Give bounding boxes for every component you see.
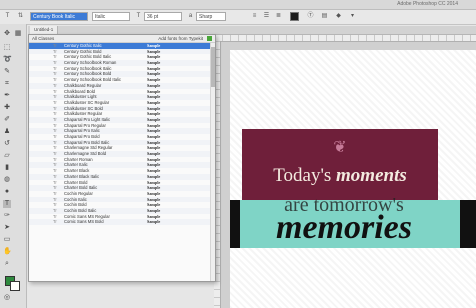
warp-text-icon[interactable]: Ⓣ (306, 12, 315, 21)
antialias-select[interactable]: Sharp (196, 12, 226, 21)
artboard-tool-icon[interactable]: ▦ (14, 30, 22, 38)
font-list-item[interactable]: Tr Comic Sans MS Bold Sample (29, 219, 215, 225)
headline-line-3[interactable]: memories (244, 208, 444, 248)
font-list-scrollbar[interactable] (210, 43, 215, 281)
teal-text-band: are tomorrow's memories (230, 194, 476, 248)
zoom-tool-icon[interactable]: ⌕ (3, 260, 11, 268)
black-bar-left (230, 200, 240, 248)
font-style-select[interactable]: Italic (92, 12, 130, 21)
font-sample: Sample (147, 219, 161, 225)
window-title-bar: Adobe Photoshop CC 2014 (0, 0, 476, 10)
horizontal-ruler[interactable] (214, 35, 476, 42)
add-fonts-label: Add fonts from Typekit (158, 36, 203, 41)
path-selection-tool-icon[interactable]: ➤ (3, 224, 11, 232)
type-tool-preset-icon[interactable]: T (3, 12, 12, 21)
lasso-tool-icon[interactable]: ➰ (3, 56, 12, 64)
headline-line-1[interactable]: Today's moments (242, 165, 438, 187)
document-canvas[interactable]: ❦ Today's moments are tomorrow's memorie… (230, 50, 476, 308)
scrollbar-thumb[interactable] (211, 47, 215, 87)
app-title: Adobe Photoshop CC 2014 (397, 1, 458, 7)
antialias-icon: a (188, 13, 193, 19)
add-fonts-button[interactable] (207, 36, 212, 41)
font-filter-bar: All Classes Add fonts from Typekit (29, 35, 215, 43)
pen-tool-icon[interactable]: ✑ (3, 212, 11, 220)
type-tool-icon[interactable]: T (3, 200, 11, 208)
3d-icon[interactable]: ◆ (334, 12, 343, 21)
text-color-swatch[interactable] (290, 12, 299, 21)
move-tool-icon[interactable]: ✥ (3, 30, 11, 38)
background-color-swatch[interactable] (10, 281, 20, 291)
orientation-toggle-icon[interactable]: ⇅ (16, 12, 25, 21)
headline-plain-text: Today's (273, 165, 332, 186)
character-panel-icon[interactable]: ▤ (320, 12, 329, 21)
gradient-tool-icon[interactable]: ▮ (3, 164, 11, 172)
align-center-icon[interactable]: ☰ (262, 12, 271, 21)
align-right-icon[interactable]: ≣ (274, 12, 283, 21)
headline-italic-text: moments (336, 165, 407, 186)
font-class-filter[interactable]: All Classes (32, 35, 54, 42)
history-brush-tool-icon[interactable]: ↺ (3, 140, 11, 148)
font-size-select[interactable]: 36 pt (144, 12, 182, 21)
font-size-icon: T (136, 13, 141, 19)
options-bar: T ⇅ Century Book Italic Italic T 36 pt a… (0, 10, 476, 25)
healing-brush-tool-icon[interactable]: ✚ (3, 104, 11, 112)
font-family-select[interactable]: Century Book Italic (30, 12, 88, 21)
document-tab[interactable]: Untitled-1 (30, 26, 59, 34)
hand-tool-icon[interactable]: ✋ (3, 248, 12, 256)
font-family-dropdown[interactable]: All Classes Add fonts from Typekit Tr Cen… (28, 34, 216, 282)
dropdown-chevron-icon[interactable]: ▾ (348, 12, 357, 21)
clone-stamp-tool-icon[interactable]: ♟ (3, 128, 11, 136)
blur-tool-icon[interactable]: ◍ (3, 176, 11, 184)
font-name: Comic Sans MS Bold (64, 219, 104, 225)
tools-panel: ✥ ▦ ⬚ ➰ ✎ ⌗ ✒ ✚ ✐ ♟ ↺ ▱ ▮ ◍ ● T ✑ ➤ ▭ ✋ … (0, 24, 27, 308)
quick-mask-icon[interactable]: ◎ (3, 294, 11, 302)
crop-tool-icon[interactable]: ⌗ (3, 80, 11, 88)
quick-select-tool-icon[interactable]: ✎ (3, 68, 11, 76)
font-type-icon: Tr (53, 219, 57, 225)
align-left-icon[interactable]: ≡ (250, 12, 259, 21)
eraser-tool-icon[interactable]: ▱ (3, 152, 11, 160)
font-list: Tr Century Gothic Italic Sample Tr Century G… (29, 43, 215, 225)
black-bar-right (460, 200, 476, 248)
dodge-tool-icon[interactable]: ● (3, 188, 11, 196)
shape-tool-icon[interactable]: ▭ (3, 236, 11, 244)
marquee-tool-icon[interactable]: ⬚ (3, 44, 11, 52)
eyedropper-tool-icon[interactable]: ✒ (3, 92, 11, 100)
brush-tool-icon[interactable]: ✐ (3, 116, 11, 124)
flourish-ornament-icon: ❦ (333, 137, 347, 156)
